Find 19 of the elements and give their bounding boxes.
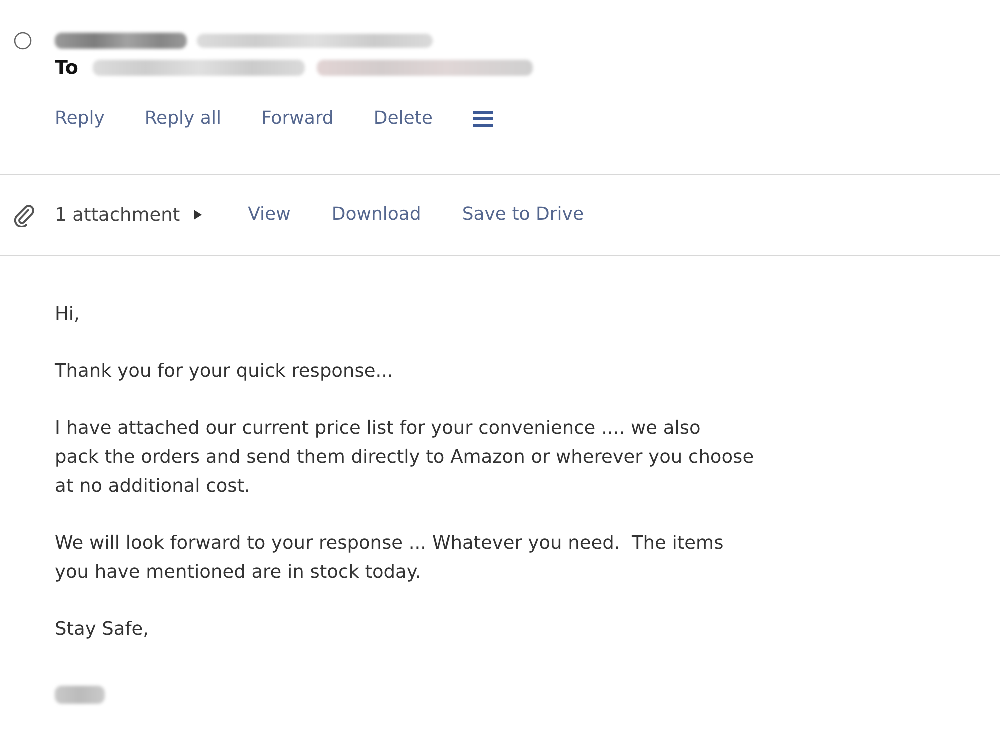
attachment-action-button[interactable]: Save to Drive: [462, 203, 584, 227]
attachment-count: 1 attachment: [55, 204, 180, 226]
message-action-button[interactable]: Reply: [55, 107, 105, 131]
menu-icon[interactable]: [473, 111, 494, 127]
message-action-button[interactable]: Reply all: [144, 107, 222, 131]
attachment-action-button[interactable]: View: [248, 203, 291, 227]
to-label: To: [55, 57, 78, 79]
paperclip-icon: [14, 203, 36, 227]
message-paragraph: I have attached our current price list for your convenience .... we also pack the orders and send them directly to Amazon or wherever you choose at no additional cost.: [55, 417, 754, 499]
expand-triangle-icon[interactable]: [194, 210, 202, 220]
message-action-button[interactable]: Delete: [374, 107, 434, 131]
message-paragraph: Hi,: [55, 303, 80, 327]
message-action-button[interactable]: Forward: [261, 107, 334, 131]
message-paragraph: Thank you for your quick response...: [55, 360, 394, 384]
message-paragraph: Stay Safe,: [55, 618, 150, 642]
blurred-signature: [55, 686, 105, 704]
message-paragraph: We will look forward to your response ... Whatever you need. The items you have mentioned are in stock today.: [55, 532, 724, 585]
select-circle-icon[interactable]: [14, 32, 32, 50]
attachment-action-button[interactable]: Download: [332, 203, 422, 227]
